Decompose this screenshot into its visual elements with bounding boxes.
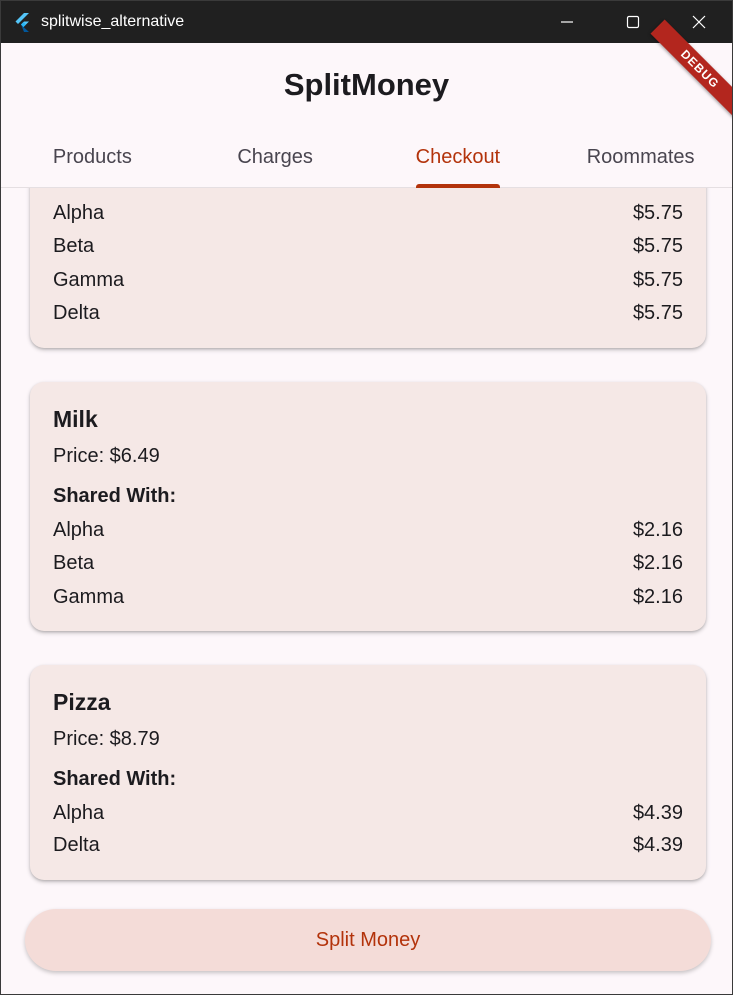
maximize-icon (626, 15, 640, 29)
window-title: splitwise_alternative (41, 13, 185, 30)
share-amount: $2.16 (632, 518, 683, 541)
checkout-list[interactable]: Alpha $5.75 Beta $5.75 Gamma $5.75 Delta… (1, 188, 732, 994)
product-card: Pizza Price: $8.79 Shared With: Alpha $4… (30, 665, 706, 880)
roommate-name: Gamma (53, 268, 125, 291)
roommate-name: Gamma (53, 585, 125, 608)
product-name: Milk (53, 406, 98, 432)
roommate-name: Delta (53, 833, 100, 856)
product-price: Price: $6.49 (53, 445, 160, 467)
minimize-icon (561, 21, 573, 23)
close-icon (692, 15, 706, 29)
share-row: Gamma $5.75 (53, 265, 683, 295)
flutter-logo-icon (15, 13, 29, 32)
tab-bar: Products Charges Checkout Roommates (1, 127, 732, 188)
tab-label: Roommates (586, 145, 695, 168)
app-window: splitwise_alternative SplitMoney DEBUG P… (0, 0, 733, 995)
split-money-button[interactable]: Split Money (25, 909, 711, 971)
app-bar: SplitMoney (1, 43, 732, 127)
share-amount: $2.16 (632, 585, 683, 608)
tab-roommates[interactable]: Roommates (549, 127, 732, 187)
product-card: Alpha $5.75 Beta $5.75 Gamma $5.75 Delta… (30, 188, 706, 348)
roommate-name: Beta (53, 234, 95, 257)
tab-label: Charges (237, 145, 313, 168)
share-amount: $4.39 (632, 833, 683, 856)
tab-products[interactable]: Products (1, 127, 184, 187)
share-amount: $5.75 (632, 234, 683, 257)
share-row: Beta $5.75 (53, 231, 683, 261)
share-amount: $2.16 (632, 551, 683, 574)
roommate-name: Beta (53, 551, 95, 574)
roommate-name: Alpha (53, 201, 105, 224)
share-amount: $4.39 (632, 801, 683, 824)
share-row: Delta $4.39 (53, 830, 683, 860)
split-money-label: Split Money (315, 928, 421, 951)
shared-with-label: Shared With: (53, 768, 177, 790)
page-title: SplitMoney (283, 67, 450, 102)
minimize-button[interactable] (534, 1, 600, 43)
share-row: Gamma $2.16 (53, 582, 683, 612)
shared-with-label: Shared With: (53, 485, 177, 507)
product-price: Price: $8.79 (53, 728, 160, 750)
roommate-name: Alpha (53, 801, 105, 824)
tab-checkout[interactable]: Checkout (367, 127, 550, 188)
share-row: Alpha $2.16 (53, 515, 683, 545)
share-row: Alpha $4.39 (53, 798, 683, 828)
share-amount: $5.75 (632, 301, 683, 324)
product-card: Milk Price: $6.49 Shared With: Alpha $2.… (30, 382, 706, 631)
tab-label: Checkout (415, 145, 501, 168)
tab-label: Products (52, 145, 132, 168)
tab-charges[interactable]: Charges (184, 127, 367, 187)
share-amount: $5.75 (632, 268, 683, 291)
product-name: Pizza (53, 689, 111, 715)
roommate-name: Alpha (53, 518, 105, 541)
share-row: Beta $2.16 (53, 548, 683, 578)
window-controls (534, 1, 732, 43)
window-titlebar: splitwise_alternative (1, 1, 732, 43)
share-amount: $5.75 (632, 201, 683, 224)
roommate-name: Delta (53, 301, 100, 324)
share-row: Delta $5.75 (53, 298, 683, 328)
share-row: Alpha $5.75 (53, 198, 683, 228)
